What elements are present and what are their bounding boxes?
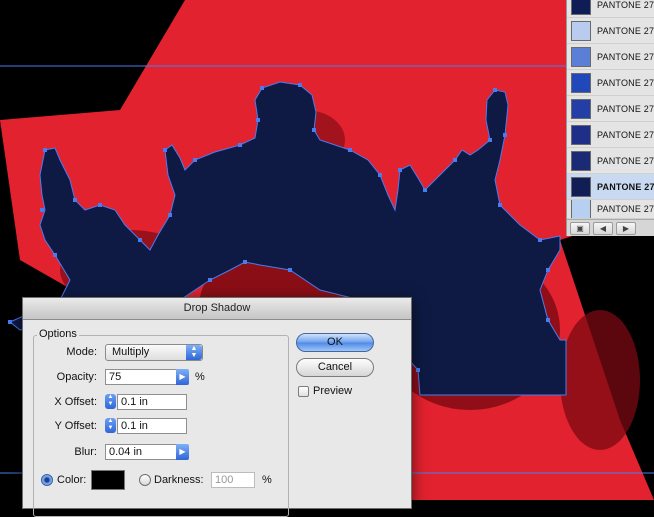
- x-offset-stepper-icon[interactable]: ▲ ▼: [105, 394, 116, 409]
- swatch-chip: [571, 46, 591, 67]
- swatch-row[interactable]: PANTONE 2758: [567, 148, 654, 174]
- mode-select[interactable]: Multiply ▲ ▼: [105, 344, 203, 361]
- swatch-label: PANTONE 277 C: [597, 204, 654, 214]
- swatch-label: PANTONE 2768: [597, 181, 654, 192]
- swatch-label: PANTONE 2718: [597, 51, 654, 62]
- preview-checkbox[interactable]: [298, 386, 309, 397]
- opacity-unit: %: [195, 371, 205, 383]
- drop-shadow-dialog: Drop Shadow Options Mode: Multiply ▲ ▼ Op…: [22, 297, 412, 517]
- options-legend: Options: [37, 328, 79, 340]
- chevron-updown-icon: ▲ ▼: [186, 345, 202, 360]
- cancel-button[interactable]: Cancel: [296, 358, 374, 377]
- swatches-panel: PANTONE 2767 PANTONE 2708 PANTONE 2718 P…: [566, 0, 654, 236]
- swatch-library-menu-icon[interactable]: ▣: [570, 221, 590, 235]
- x-offset-input[interactable]: 0.1 in: [117, 394, 187, 410]
- y-offset-input[interactable]: 0.1 in: [117, 418, 187, 434]
- swatch-label: PANTONE 2708: [597, 25, 654, 36]
- swatch-chip: [571, 72, 591, 93]
- opacity-dropdown-arrow-icon[interactable]: ▶: [176, 369, 189, 385]
- swatch-chip: [571, 124, 591, 145]
- swatch-chip: [571, 200, 591, 218]
- swatch-label: PANTONE 2748: [597, 129, 654, 140]
- shadow-color-swatch[interactable]: [91, 470, 125, 490]
- swatch-label: PANTONE 2767: [597, 0, 654, 10]
- mode-label: Mode:: [66, 346, 97, 358]
- swatch-chip: [571, 176, 591, 197]
- opacity-label: Opacity:: [56, 371, 97, 383]
- swatch-row[interactable]: PANTONE 2728: [567, 70, 654, 96]
- swatch-label: PANTONE 2758: [597, 155, 654, 166]
- shadow-blur-3: [560, 310, 640, 450]
- y-offset-label: Y Offset:: [54, 420, 97, 432]
- blur-input[interactable]: 0.04 in: [105, 444, 177, 460]
- swatch-label: PANTONE 2728: [597, 77, 654, 88]
- swatch-row[interactable]: PANTONE 2708: [567, 18, 654, 44]
- swatch-row[interactable]: PANTONE 2738: [567, 96, 654, 122]
- blur-label: Blur:: [74, 446, 97, 458]
- ok-button[interactable]: OK: [296, 333, 374, 352]
- x-offset-label: X Offset:: [54, 396, 97, 408]
- swatch-label: PANTONE 2738: [597, 103, 654, 114]
- swatch-chip: [571, 0, 591, 15]
- mode-value: Multiply: [112, 346, 150, 358]
- y-offset-stepper-icon[interactable]: ▲ ▼: [105, 418, 116, 433]
- swatch-row[interactable]: PANTONE 2767: [567, 0, 654, 18]
- darkness-unit: %: [262, 474, 272, 486]
- swatch-chip: [571, 20, 591, 41]
- swatch-row[interactable]: PANTONE 2748: [567, 122, 654, 148]
- opacity-input[interactable]: 75: [105, 369, 177, 385]
- preview-label: Preview: [313, 385, 353, 397]
- swatch-chip: [571, 98, 591, 119]
- darkness-radio[interactable]: [139, 474, 151, 486]
- scroll-right-arrow-icon[interactable]: ▶: [616, 221, 636, 235]
- swatch-chip: [571, 150, 591, 171]
- swatch-row-selected[interactable]: PANTONE 2768: [567, 174, 654, 200]
- darkness-label: Darkness:: [154, 474, 204, 486]
- color-label: Color:: [57, 474, 87, 486]
- color-radio[interactable]: [41, 474, 53, 486]
- dialog-title[interactable]: Drop Shadow: [23, 298, 411, 320]
- darkness-input[interactable]: 100: [211, 472, 255, 488]
- swatches-toolbar: ▣ ◀ ▶: [567, 219, 654, 236]
- blur-dropdown-arrow-icon[interactable]: ▶: [176, 444, 189, 460]
- scroll-left-arrow-icon[interactable]: ◀: [593, 221, 613, 235]
- swatch-row[interactable]: PANTONE 2718: [567, 44, 654, 70]
- swatch-row[interactable]: PANTONE 277 C: [567, 200, 654, 219]
